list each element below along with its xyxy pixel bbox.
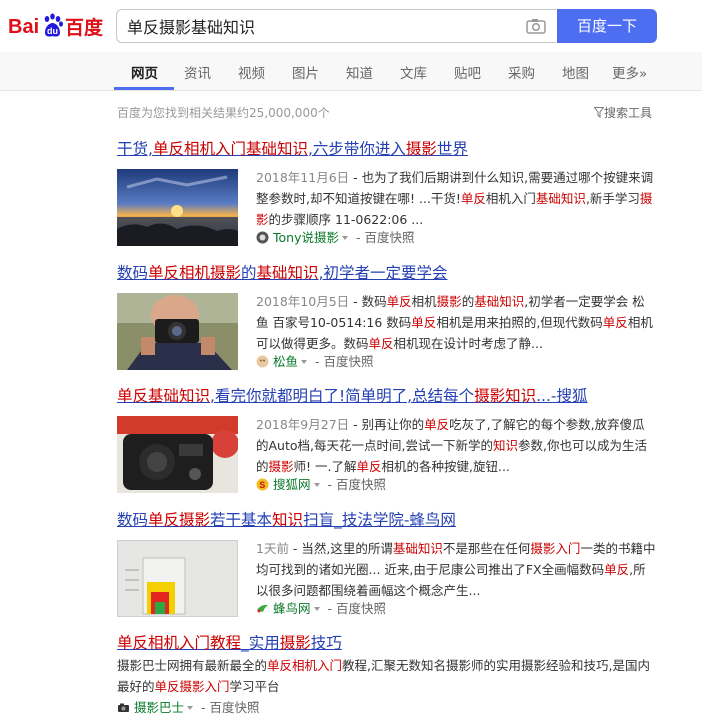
logo-text-du: du bbox=[47, 26, 58, 36]
result-source-line: 松鱼 - 百度快照 bbox=[256, 351, 374, 370]
result-thumbnail-sunset-rocks[interactable] bbox=[117, 169, 238, 246]
result-title-link[interactable]: 干货,单反相机入门基础知识,六步带你进入摄影世界 bbox=[117, 139, 662, 159]
result-thumbnail-camera-top[interactable] bbox=[117, 416, 238, 493]
fengniao-source-icon bbox=[256, 602, 269, 615]
tab-images[interactable]: 图片 bbox=[292, 62, 319, 82]
result-title-link[interactable]: 数码单反摄影若干基本知识扫盲_技法学院-蜂鸟网 bbox=[117, 510, 662, 530]
snapshot-link[interactable]: 百度快照 bbox=[336, 601, 386, 616]
result-snippet: 2018年10月5日 - 数码单反相机摄影的基础知识,初学者一定要学会 松鱼 百… bbox=[256, 294, 653, 351]
tab-news[interactable]: 资讯 bbox=[184, 62, 211, 82]
source-name[interactable]: 摄影巴士 bbox=[134, 700, 184, 715]
result-thumbnail-photographer[interactable] bbox=[117, 293, 238, 370]
result-item: 数码单反相机摄影的基础知识,初学者一定要学会 2018年10月5日 - 数码单反… bbox=[117, 263, 662, 373]
result-item: 干货,单反相机入门基础知识,六步带你进入摄影世界 2018年11月6日 - 也为… bbox=[117, 139, 662, 249]
source-name[interactable]: 蜂鸟网 bbox=[273, 601, 311, 616]
tab-web[interactable]: 网页 bbox=[131, 62, 158, 82]
header: Bai du 百度 百度一下 bbox=[0, 0, 702, 52]
chevron-down-icon[interactable] bbox=[187, 706, 194, 710]
svg-text:S: S bbox=[259, 480, 265, 490]
tab-shopping[interactable]: 采购 bbox=[508, 62, 535, 82]
snapshot-link[interactable]: 百度快照 bbox=[364, 230, 414, 245]
result-item: 数码单反摄影若干基本知识扫盲_技法学院-蜂鸟网 1天前 - 当然,这里的所谓基础… bbox=[117, 510, 662, 620]
source-name[interactable]: Tony说摄影 bbox=[273, 230, 339, 245]
result-snippet: 摄影巴士网拥有最新最全的单反相机入门教程,汇聚无数知名摄影师的实用摄影经验和技巧… bbox=[117, 658, 650, 694]
result-item: 单反基础知识,看完你就都明白了!简单明了,总结每个摄影知识...-搜狐 2018… bbox=[117, 386, 662, 496]
result-snippet: 1天前 - 当然,这里的所谓基础知识不是那些在任何摄影入门一类的书籍中均可找到的… bbox=[256, 541, 656, 598]
search-button[interactable]: 百度一下 bbox=[557, 9, 657, 43]
snapshot-link[interactable]: 百度快照 bbox=[336, 477, 386, 492]
tab-zhidao[interactable]: 知道 bbox=[346, 62, 373, 82]
chevron-down-icon[interactable] bbox=[313, 483, 320, 487]
result-title-link[interactable]: 单反基础知识,看完你就都明白了!简单明了,总结每个摄影知识...-搜狐 bbox=[117, 386, 662, 406]
chevron-down-icon[interactable] bbox=[301, 360, 308, 364]
result-title-link[interactable]: 单反相机入门教程_实用摄影技巧 bbox=[117, 633, 662, 653]
search-input[interactable] bbox=[127, 10, 517, 42]
tab-map[interactable]: 地图 bbox=[562, 62, 589, 82]
active-tab-indicator bbox=[114, 87, 174, 90]
source-name[interactable]: 搜狐网 bbox=[273, 477, 311, 492]
search-tools-button[interactable]: 搜索工具 bbox=[593, 104, 652, 121]
camera-icon[interactable] bbox=[526, 18, 546, 34]
result-source-line: S 搜狐网 - 百度快照 bbox=[256, 474, 386, 493]
chevron-down-icon[interactable] bbox=[313, 607, 320, 611]
result-source-line: Tony说摄影 - 百度快照 bbox=[256, 227, 414, 246]
search-box[interactable] bbox=[116, 9, 556, 43]
source-name[interactable]: 松鱼 bbox=[273, 354, 298, 369]
chevron-down-icon[interactable] bbox=[341, 236, 348, 240]
tab-tieba[interactable]: 贴吧 bbox=[454, 62, 481, 82]
result-snippet: 2018年11月6日 - 也为了我们后期讲到什么知识,需要通过哪个按键来调整参数… bbox=[256, 170, 654, 227]
tab-more[interactable]: 更多» bbox=[612, 62, 647, 82]
sohu-source-icon: S bbox=[256, 478, 269, 491]
result-snippet: 2018年9月27日 - 别再让你的单反吃灰了,了解它的每个参数,放弃傻瓜的Au… bbox=[256, 417, 647, 474]
funnel-icon bbox=[593, 107, 605, 121]
camera-source-icon bbox=[117, 701, 130, 714]
result-thumbnail-sensor-sizes[interactable] bbox=[117, 540, 238, 617]
tab-video[interactable]: 视频 bbox=[238, 62, 265, 82]
snapshot-link[interactable]: 百度快照 bbox=[323, 354, 373, 369]
tony-source-icon bbox=[256, 231, 269, 244]
tab-wenku[interactable]: 文库 bbox=[400, 62, 427, 82]
result-title-link[interactable]: 数码单反相机摄影的基础知识,初学者一定要学会 bbox=[117, 263, 662, 283]
baidu-logo[interactable]: Bai du 百度 bbox=[8, 8, 108, 42]
result-source-line: 摄影巴士 - 百度快照 bbox=[117, 697, 260, 716]
snapshot-link[interactable]: 百度快照 bbox=[209, 700, 259, 715]
result-item: 单反相机入门教程_实用摄影技巧 摄影巴士网拥有最新最全的单反相机入门教程,汇聚无… bbox=[117, 633, 662, 717]
result-count: 百度为您找到相关结果约25,000,000个 bbox=[117, 106, 330, 120]
songyu-source-icon bbox=[256, 355, 269, 368]
result-source-line: 蜂鸟网 - 百度快照 bbox=[256, 598, 386, 617]
logo-text-baidu-cn: 百度 bbox=[65, 16, 104, 39]
logo-text-bai: Bai bbox=[8, 16, 39, 38]
vertical-tabs-bar: 网页 资讯 视频 图片 知道 文库 贴吧 采购 地图 更多» bbox=[0, 52, 702, 91]
